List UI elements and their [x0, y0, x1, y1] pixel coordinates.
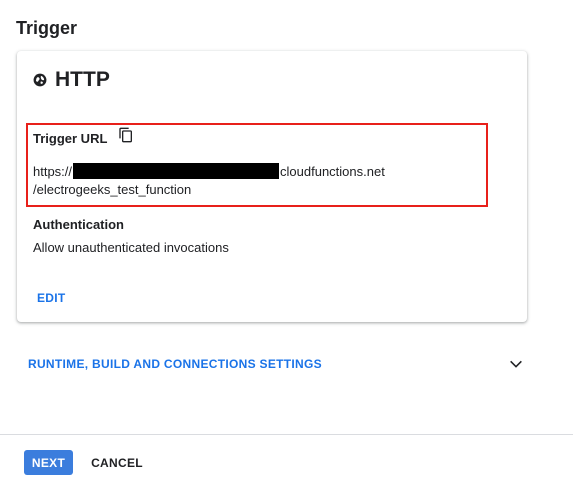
- trigger-url-line: https:// cloudfunctions.net: [33, 163, 385, 179]
- copy-icon[interactable]: [118, 127, 134, 143]
- trigger-type-label: HTTP: [55, 68, 110, 91]
- authentication-value: Allow unauthenticated invocations: [33, 240, 229, 255]
- edit-button[interactable]: EDIT: [37, 291, 66, 305]
- footer-divider: [0, 434, 573, 435]
- globe-icon: [33, 73, 47, 87]
- trigger-url-label: Trigger URL: [33, 131, 108, 146]
- runtime-settings-expander[interactable]: RUNTIME, BUILD AND CONNECTIONS SETTINGS: [28, 349, 528, 379]
- trigger-type-header: HTTP: [33, 68, 110, 92]
- next-button[interactable]: NEXT: [24, 450, 73, 475]
- authentication-label: Authentication: [33, 217, 124, 232]
- chevron-down-icon[interactable]: [508, 356, 524, 372]
- cancel-button[interactable]: CANCEL: [84, 450, 150, 475]
- section-title: Trigger: [16, 18, 78, 38]
- redacted-block: [73, 163, 280, 179]
- trigger-card: HTTP Trigger URL https:// cloudfunctions…: [17, 51, 527, 322]
- runtime-settings-label: RUNTIME, BUILD AND CONNECTIONS SETTINGS: [28, 357, 322, 371]
- trigger-url-prefix: https://: [33, 163, 73, 179]
- trigger-url-path: /electrogeeks_test_function: [33, 182, 192, 197]
- trigger-url-suffix: cloudfunctions.net: [280, 163, 385, 179]
- trigger-step-page: Trigger HTTP Trigger URL https:// cloudf…: [0, 0, 573, 489]
